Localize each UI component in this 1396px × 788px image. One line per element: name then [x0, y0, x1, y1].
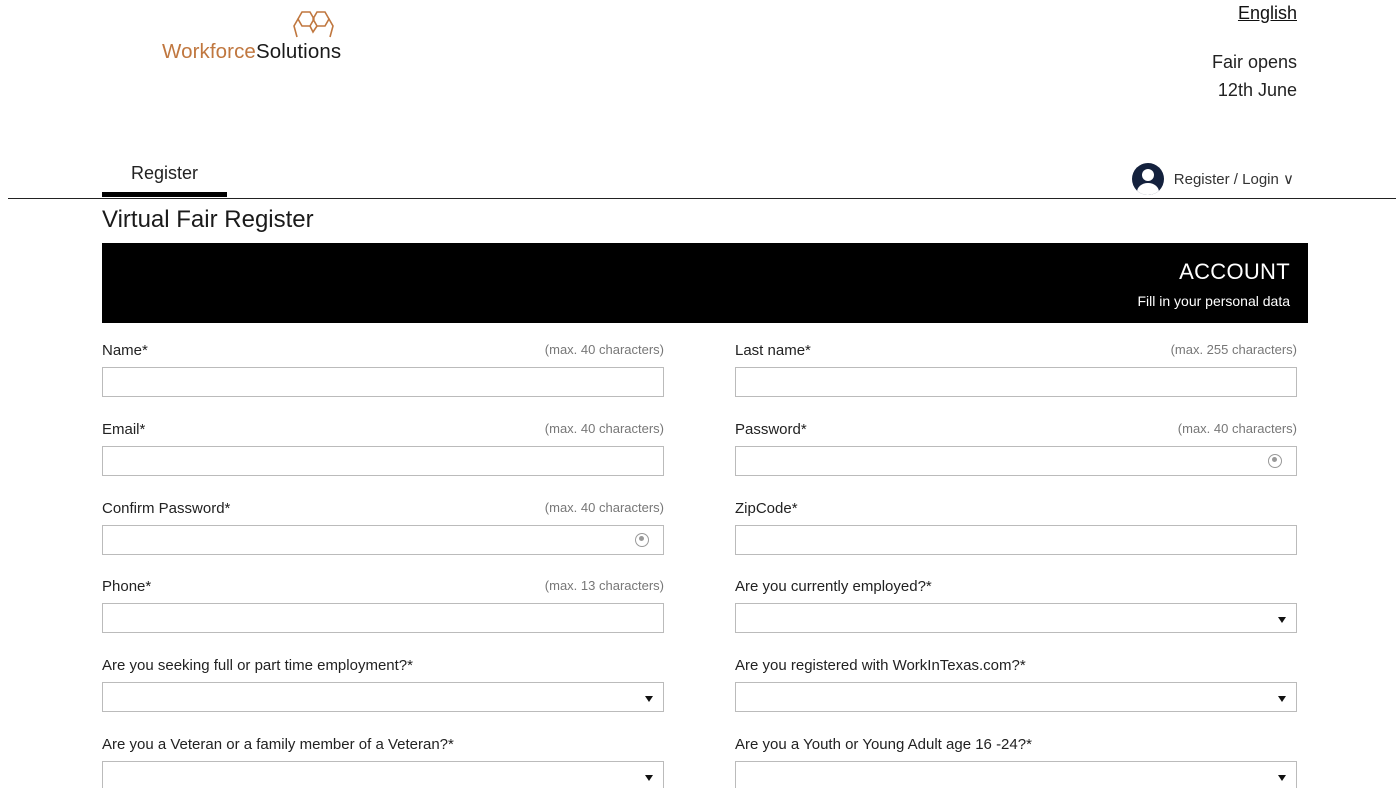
email-label: Email*: [102, 421, 146, 438]
email-hint: (max. 40 characters): [544, 421, 664, 436]
veteran-select[interactable]: [102, 761, 664, 788]
fair-date-value: 12th June: [1217, 80, 1297, 100]
youth-select[interactable]: [735, 761, 1297, 788]
fair-opens-label: Fair opens: [1211, 52, 1297, 72]
hexagon-logo-icon: [293, 11, 334, 38]
name-label: Name*: [102, 342, 148, 359]
user-menu-label: Register / Login ∨: [1173, 171, 1294, 188]
employed-label: Are you currently employed?*: [735, 578, 932, 595]
logo[interactable]: WorkforceSolutions: [162, 10, 392, 70]
password-label: Password*: [735, 421, 807, 438]
account-banner: ACCOUNT Fill in your personal data: [102, 243, 1308, 323]
seeking-select[interactable]: [102, 682, 664, 712]
logo-text: WorkforceSolutions: [162, 40, 341, 64]
header-divider: [8, 198, 1396, 199]
page-title: Virtual Fair Register: [102, 206, 314, 233]
password-manager-icon[interactable]: [635, 533, 649, 547]
confirm-password-label: Confirm Password*: [102, 500, 231, 517]
confirm-password-hint: (max. 40 characters): [544, 500, 664, 515]
youth-label: Are you a Youth or Young Adult age 16 -2…: [735, 736, 1032, 753]
name-hint: (max. 40 characters): [544, 342, 664, 357]
seeking-label: Are you seeking full or part time employ…: [102, 657, 413, 674]
active-tab-indicator: [102, 192, 227, 197]
user-avatar-icon: [1131, 163, 1164, 195]
banner-subtitle: Fill in your personal data: [1137, 293, 1290, 309]
user-menu[interactable]: Register / Login ∨: [1131, 162, 1294, 196]
last-name-input[interactable]: [735, 367, 1297, 397]
last-name-hint: (max. 255 characters): [1170, 342, 1297, 357]
name-input[interactable]: [102, 367, 664, 397]
logo-word-solutions: Solutions: [255, 40, 342, 63]
zipcode-label: ZipCode*: [735, 500, 798, 517]
zipcode-input[interactable]: [735, 525, 1297, 555]
phone-input[interactable]: [102, 603, 664, 633]
language-link[interactable]: English: [1238, 3, 1297, 24]
veteran-label: Are you a Veteran or a family member of …: [102, 736, 454, 753]
email-input[interactable]: [102, 446, 664, 476]
phone-hint: (max. 13 characters): [544, 578, 664, 593]
banner-title: ACCOUNT: [1179, 259, 1290, 284]
password-hint: (max. 40 characters): [1177, 421, 1297, 436]
workintexas-select[interactable]: [735, 682, 1297, 712]
workintexas-label: Are you registered with WorkInTexas.com?…: [735, 657, 1026, 674]
logo-word-workforce: Workforce: [162, 40, 256, 63]
employed-select[interactable]: [735, 603, 1297, 633]
password-input[interactable]: [735, 446, 1297, 476]
phone-label: Phone*: [102, 578, 152, 595]
confirm-password-input[interactable]: [102, 525, 664, 555]
password-manager-icon[interactable]: [1268, 454, 1282, 468]
fair-date: Fair opens 12th June: [1097, 48, 1297, 104]
last-name-label: Last name*: [735, 342, 811, 359]
